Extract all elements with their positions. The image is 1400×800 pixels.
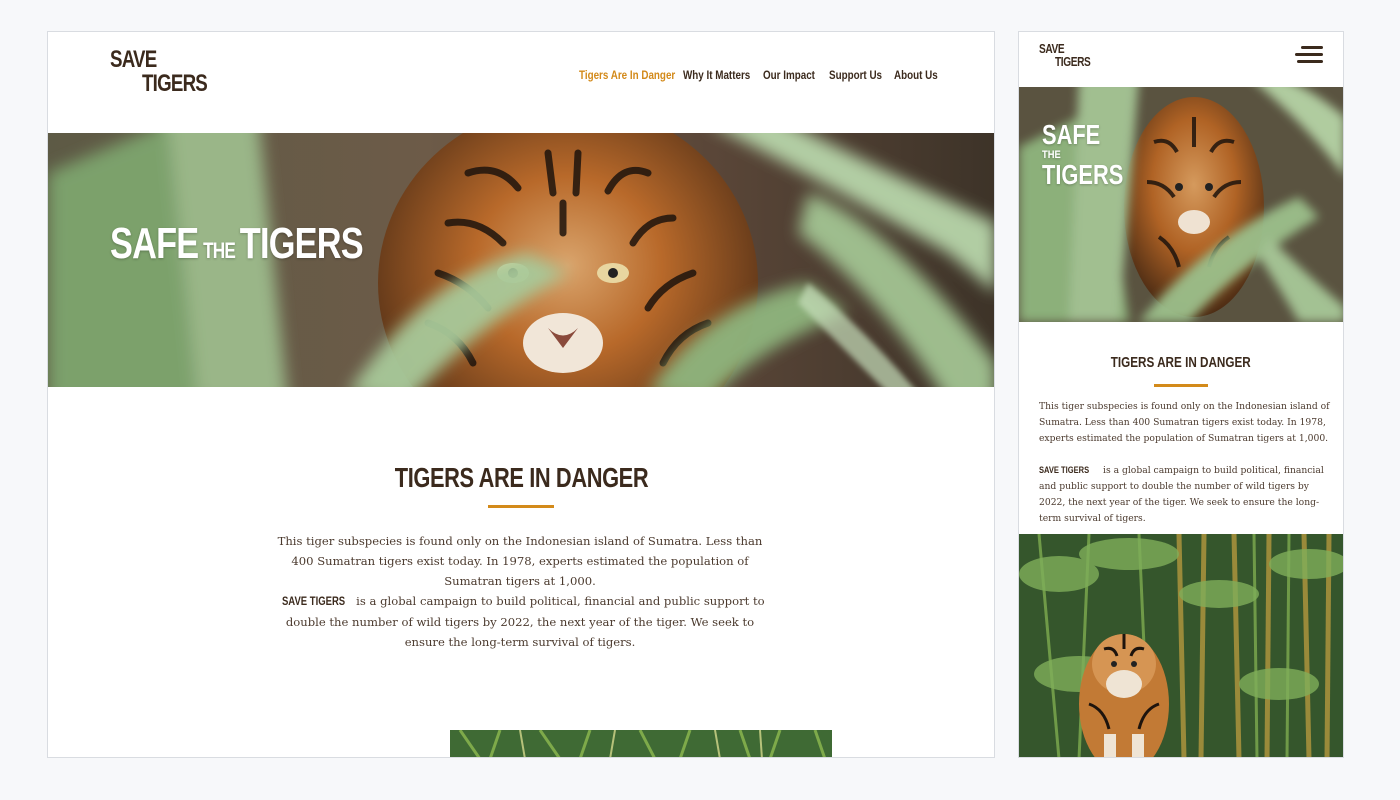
- mobile-section-heading-text: TIGERS ARE IN DANGER: [1111, 354, 1251, 371]
- mobile-intro-paragraph: This tiger subspecies is found only on t…: [1039, 401, 1330, 444]
- mobile-site-logo[interactable]: SAVE TIGERS: [1039, 42, 1100, 68]
- mobile-brand-name: SAVE TIGERS: [1039, 465, 1090, 475]
- mobile-bamboo-tiger-image: [1019, 534, 1343, 757]
- mobile-hero-title: SAFE THE TIGERS: [1042, 121, 1146, 189]
- intro-paragraph: This tiger subspecies is found only on t…: [277, 534, 763, 588]
- bamboo-image-preview: [450, 730, 832, 757]
- brand-name: SAVE TIGERS: [282, 595, 346, 608]
- campaign-paragraph: SAVE TIGERS is a global campaign to buil…: [270, 591, 770, 652]
- desktop-preview: SAVE TIGERS Tigers Are In Danger Why It …: [47, 31, 995, 758]
- main-nav: Tigers Are In Danger Why It Matters Our …: [48, 68, 994, 88]
- mobile-logo-line-2: TIGERS: [1055, 54, 1091, 69]
- nav-tigers-are-in-danger[interactable]: Tigers Are In Danger: [579, 68, 675, 82]
- nav-support-us[interactable]: Support Us: [829, 68, 882, 82]
- campaign-text: is a global campaign to build political,…: [285, 594, 765, 649]
- bamboo-tiger-image: [1019, 534, 1343, 757]
- mobile-hero-banner: SAFE THE TIGERS: [1019, 87, 1343, 322]
- hero-word-the: THE: [203, 238, 236, 263]
- mobile-campaign-paragraph: SAVE TIGERS is a global campaign to buil…: [1039, 462, 1331, 527]
- heading-underline: [488, 505, 554, 508]
- hamburger-menu-icon[interactable]: [1295, 46, 1323, 64]
- nav-our-impact[interactable]: Our Impact: [763, 68, 815, 82]
- hero-word-safe: SAFE: [110, 219, 199, 268]
- mobile-hero-word-tigers: TIGERS: [1042, 159, 1124, 190]
- hero-title: SAFE THE TIGERS: [110, 219, 364, 269]
- bamboo-image: [450, 730, 832, 757]
- section-heading-text: TIGERS ARE IN DANGER: [394, 462, 648, 493]
- hero-word-tigers: TIGERS: [239, 219, 364, 268]
- nav-why-it-matters[interactable]: Why It Matters: [683, 68, 750, 82]
- hero-banner: SAFE THE TIGERS: [48, 133, 994, 387]
- section-heading: TIGERS ARE IN DANGER: [48, 462, 994, 494]
- nav-about-us[interactable]: About Us: [894, 68, 938, 82]
- mobile-section-heading: TIGERS ARE IN DANGER: [1019, 354, 1343, 371]
- mobile-hero-word-safe: SAFE: [1042, 119, 1101, 150]
- mobile-preview: SAVE TIGERS SAFE THE TIGERS TIGERS ARE I…: [1018, 31, 1344, 758]
- mobile-heading-underline: [1154, 384, 1208, 387]
